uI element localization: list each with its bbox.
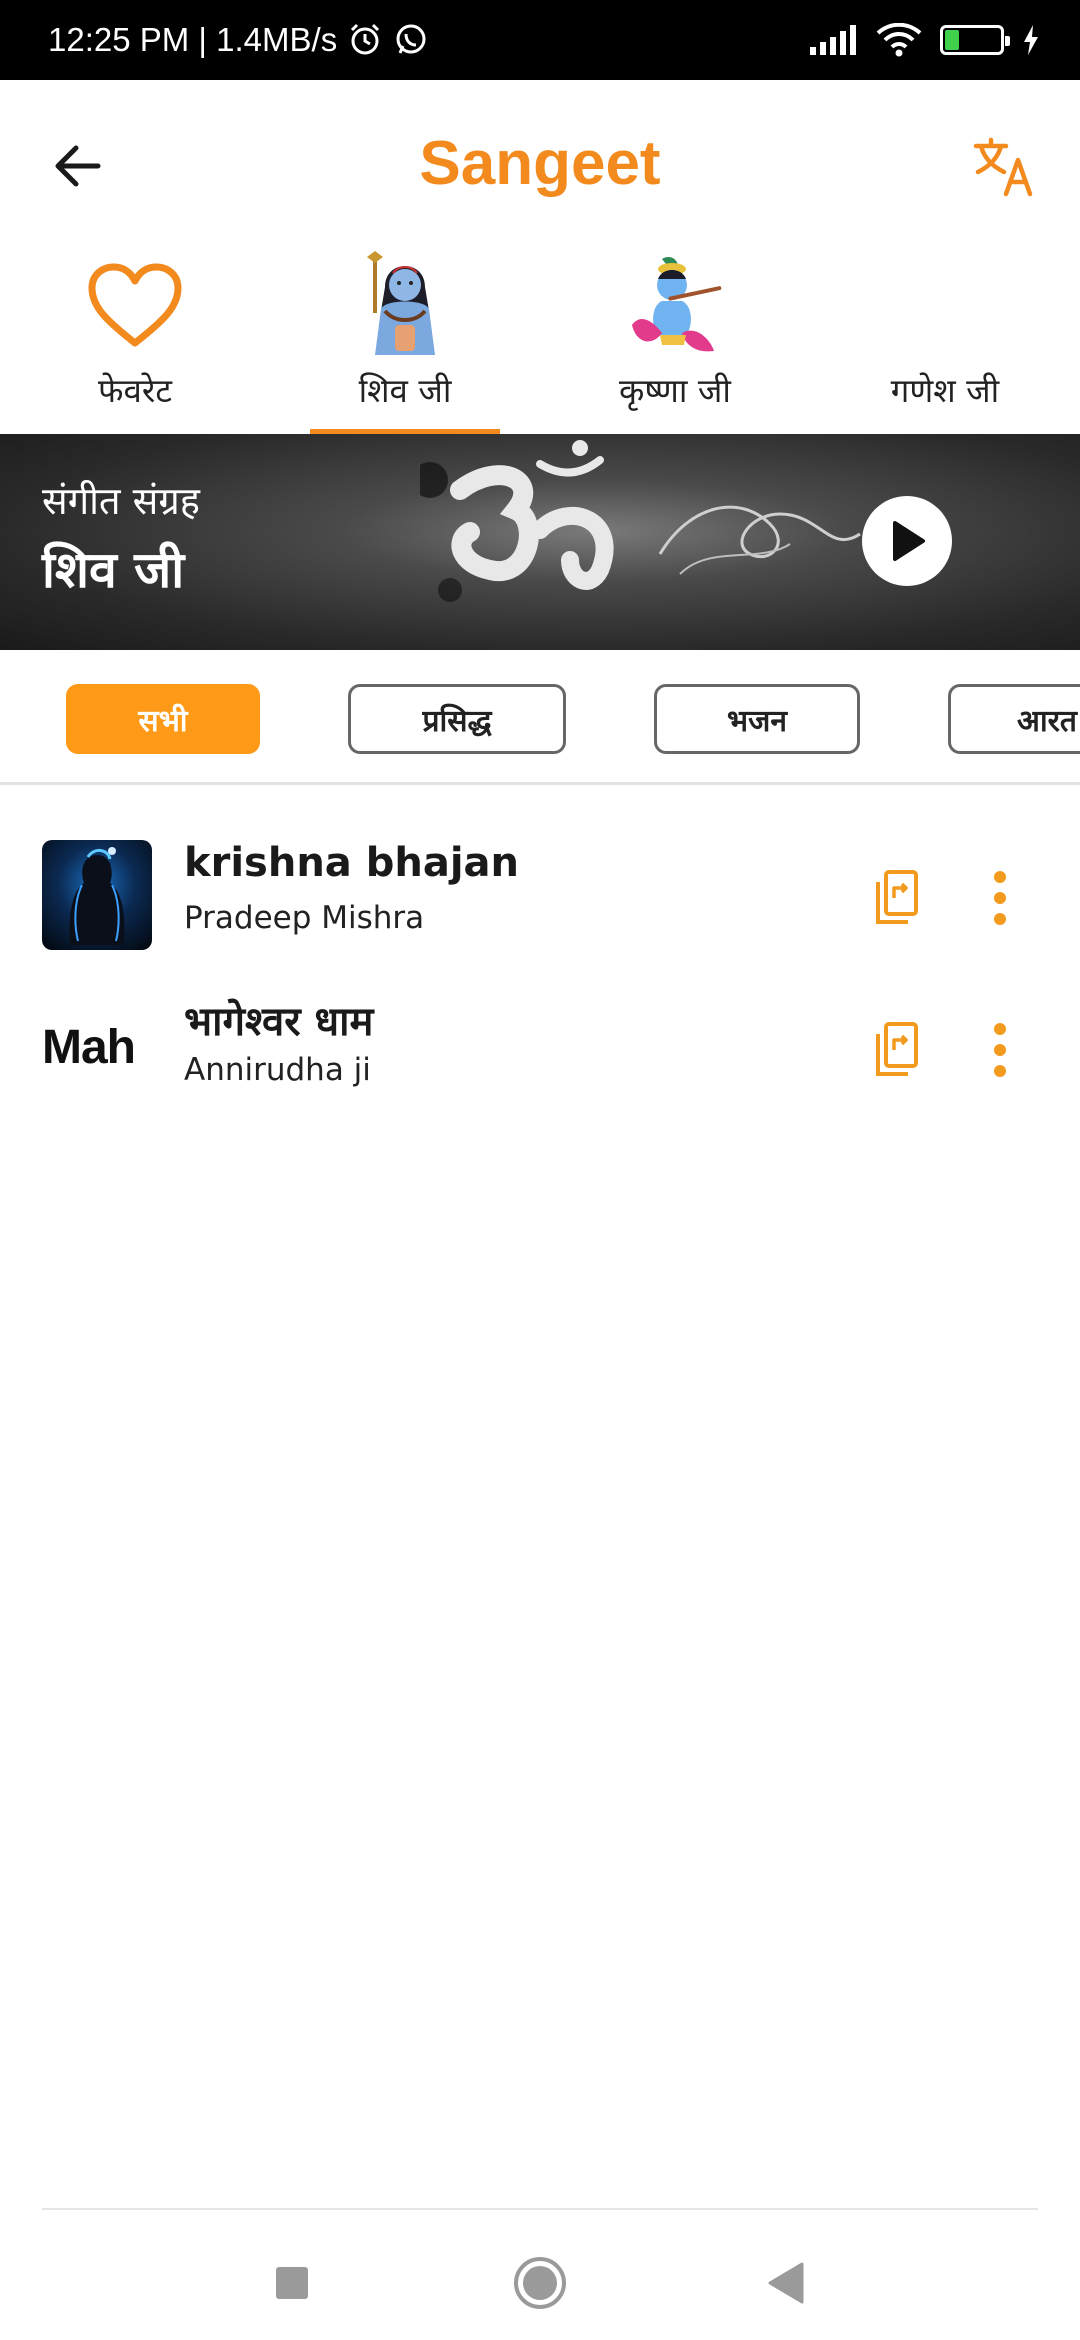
divider <box>42 2208 1038 2210</box>
song-title: krishna bhajan <box>184 840 519 886</box>
translate-icon <box>973 137 1033 197</box>
tab-shiv-ji[interactable]: शिव जी <box>270 251 540 434</box>
chip-all[interactable]: सभी <box>66 684 260 754</box>
play-icon <box>893 521 925 561</box>
tab-ganesh-ji[interactable]: गणेश जी <box>810 256 1080 434</box>
recents-button[interactable] <box>257 2248 327 2318</box>
queue-music-icon <box>876 1022 918 1076</box>
triangle-back-icon <box>768 2262 804 2304</box>
status-time-speed: 12:25 PM | 1.4MB/s <box>48 21 338 58</box>
more-options-button[interactable] <box>970 1018 1030 1082</box>
tab-krishna-ji[interactable]: कृष्णा जी <box>540 256 810 434</box>
banner-title: शिव जी <box>42 541 185 599</box>
heart-icon <box>80 256 190 355</box>
more-options-button[interactable] <box>970 866 1030 930</box>
battery-icon: 26 <box>940 25 1010 55</box>
play-all-button[interactable] <box>862 496 952 586</box>
song-artwork <box>42 840 152 950</box>
banner-subtitle: संगीत संग्रह <box>42 479 200 523</box>
battery-level: 26 <box>960 28 984 51</box>
song-artist: Annirudha ji <box>184 1052 371 1088</box>
filter-chips: सभी प्रसिद्ध भजन आरत <box>0 650 1080 785</box>
circle-icon <box>514 2257 566 2309</box>
om-symbol-image <box>420 440 614 602</box>
shiva-image <box>350 251 460 355</box>
song-title: भागेश्वर धाम <box>184 999 374 1045</box>
add-to-queue-button[interactable] <box>866 866 926 930</box>
alarm-icon <box>347 22 383 58</box>
category-tabs: फेवरेट शिव जी कृष्णा जी गणेश जी <box>0 251 1080 434</box>
home-button[interactable] <box>505 2248 575 2318</box>
tab-label: गणेश जी <box>890 371 1000 410</box>
chip-aarti[interactable]: आरत <box>948 684 1080 754</box>
square-icon <box>276 2267 308 2299</box>
more-vert-icon <box>994 1023 1006 1077</box>
song-artist: Pradeep Mishra <box>184 900 425 936</box>
artwork-text: Mah <box>42 1020 136 1074</box>
song-artwork: Mah <box>42 992 152 1102</box>
translate-button[interactable] <box>968 130 1040 202</box>
add-to-queue-button[interactable] <box>866 1018 926 1082</box>
signal-icon <box>810 25 858 55</box>
tab-favourite[interactable]: फेवरेट <box>0 256 270 434</box>
charging-icon <box>1022 25 1040 55</box>
song-row[interactable]: Mah भागेश्वर धाम Annirudha ji <box>0 942 1080 1102</box>
chip-bhajan[interactable]: भजन <box>654 684 860 754</box>
tab-label: कृष्णा जी <box>619 371 731 410</box>
wifi-icon <box>876 23 922 57</box>
tab-label: फेवरेट <box>98 371 172 410</box>
tab-label: शिव जी <box>358 371 452 410</box>
collection-banner: संगीत संग्रह शिव जी <box>0 434 1080 650</box>
more-vert-icon <box>994 871 1006 925</box>
app-bar: Sangeet <box>0 80 1080 256</box>
song-row[interactable]: krishna bhajan Pradeep Mishra <box>0 790 1080 950</box>
system-nav-bar <box>0 2208 1080 2340</box>
system-back-button[interactable] <box>750 2248 820 2318</box>
whatsapp-icon <box>393 22 429 58</box>
status-bar: 12:25 PM | 1.4MB/s 26 <box>0 0 1080 80</box>
queue-music-icon <box>876 870 918 924</box>
krishna-image <box>620 255 730 355</box>
decorative-swirl-image <box>658 505 861 575</box>
chip-popular[interactable]: प्रसिद्ध <box>348 684 566 754</box>
page-title: Sangeet <box>419 129 661 198</box>
song-list: krishna bhajan Pradeep Mishra Mah भागेश्… <box>0 790 1080 1102</box>
